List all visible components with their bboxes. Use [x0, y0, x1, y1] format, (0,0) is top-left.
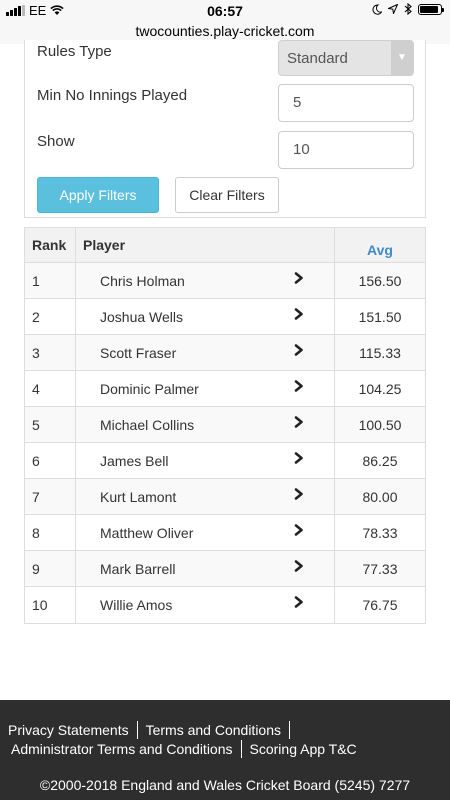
chevron-right-icon[interactable] — [294, 488, 304, 500]
scoring-app-terms-link[interactable]: Scoring App T&C — [250, 741, 357, 757]
averages-table: Rank Player Avg 1 Chris Holman 156.50 2 Josh… — [24, 227, 426, 624]
chevron-right-icon[interactable] — [294, 272, 304, 284]
avg-cell: 80.00 — [362, 488, 398, 505]
table-row[interactable]: 5 Michael Collins 100.50 — [25, 407, 425, 443]
table-row[interactable]: 10 Willie Amos 76.75 — [25, 587, 425, 623]
player-cell[interactable]: Willie Amos — [76, 587, 335, 623]
player-cell[interactable]: Michael Collins — [76, 407, 335, 442]
chevron-right-icon[interactable] — [294, 524, 304, 536]
table-row[interactable]: 6 James Bell 86.25 — [25, 443, 425, 479]
rules-type-label: Rules Type — [37, 43, 112, 60]
player-cell[interactable]: Mark Barrell — [76, 551, 335, 586]
avg-cell: 151.50 — [358, 308, 402, 325]
player-name[interactable]: Scott Fraser — [76, 345, 176, 361]
min-innings-input[interactable]: 5 — [278, 84, 414, 122]
player-name[interactable]: Matthew Oliver — [76, 525, 193, 541]
avg-cell: 104.25 — [358, 380, 402, 397]
chevron-right-icon[interactable] — [294, 596, 304, 608]
footer-links-row-2: Administrator Terms and Conditions Scori… — [11, 740, 357, 758]
table-row[interactable]: 1 Chris Holman 156.50 — [25, 263, 425, 299]
table-body: 1 Chris Holman 156.50 2 Joshua Wells 151.50 3 S… — [25, 263, 425, 623]
avg-cell: 78.33 — [362, 524, 398, 541]
chevron-right-icon[interactable] — [294, 308, 304, 320]
player-name[interactable]: Chris Holman — [76, 273, 185, 289]
player-name[interactable]: Dominic Palmer — [76, 381, 199, 397]
rank-cell: 4 — [25, 371, 76, 406]
avg-cell: 86.25 — [362, 452, 398, 469]
status-right — [372, 3, 444, 15]
avg-header[interactable]: Avg — [335, 228, 425, 262]
terms-link[interactable]: Terms and Conditions — [146, 722, 281, 738]
chevron-right-icon[interactable] — [294, 416, 304, 428]
moon-icon — [372, 4, 382, 15]
rules-type-select[interactable]: Standard ▼ — [278, 40, 414, 76]
footer-divider — [289, 721, 291, 739]
table-row[interactable]: 9 Mark Barrell 77.33 — [25, 551, 425, 587]
url-text: twocounties.play-cricket.com — [135, 23, 315, 39]
rank-cell: 9 — [25, 551, 76, 586]
avg-cell: 156.50 — [358, 272, 402, 289]
footer-divider — [136, 721, 138, 739]
player-cell[interactable]: Scott Fraser — [76, 335, 335, 370]
chevron-down-icon: ▼ — [391, 41, 413, 75]
rank-cell: 6 — [25, 443, 76, 478]
filter-panel: Rules Type Standard ▼ Min No Innings Pla… — [24, 40, 426, 218]
privacy-link[interactable]: Privacy Statements — [8, 722, 129, 738]
avg-cell: 76.75 — [362, 597, 398, 613]
location-icon — [388, 4, 398, 14]
copyright-text: ©2000-2018 England and Wales Cricket Boa… — [39, 777, 411, 793]
player-cell[interactable]: James Bell — [76, 443, 335, 478]
min-innings-value: 5 — [293, 94, 302, 111]
chevron-right-icon[interactable] — [294, 560, 304, 572]
table-row[interactable]: 2 Joshua Wells 151.50 — [25, 299, 425, 335]
player-cell[interactable]: Kurt Lamont — [76, 479, 335, 514]
avg-cell: 115.33 — [359, 344, 401, 361]
rank-header: Rank — [25, 228, 76, 262]
player-name[interactable]: Mark Barrell — [76, 561, 175, 577]
chevron-right-icon[interactable] — [294, 344, 304, 356]
min-innings-label: Min No Innings Played — [37, 87, 188, 104]
footer-links-row-1: Privacy Statements Terms and Conditions — [8, 721, 298, 739]
player-cell[interactable]: Chris Holman — [76, 263, 335, 298]
bluetooth-icon — [404, 3, 412, 15]
show-input[interactable]: 10 — [278, 131, 414, 169]
apply-filters-button[interactable]: Apply Filters — [37, 177, 159, 213]
player-name[interactable]: Willie Amos — [76, 597, 172, 613]
clear-filters-button[interactable]: Clear Filters — [175, 177, 279, 213]
player-cell[interactable]: Dominic Palmer — [76, 371, 335, 406]
status-bar: EE 06:57 — [0, 0, 450, 20]
player-name[interactable]: Joshua Wells — [76, 309, 183, 325]
show-label: Show — [37, 133, 75, 150]
rank-cell: 2 — [25, 299, 76, 334]
rules-type-value: Standard — [287, 50, 348, 67]
rank-cell: 5 — [25, 407, 76, 442]
table-row[interactable]: 3 Scott Fraser 115.33 — [25, 335, 425, 371]
rank-cell: 8 — [25, 515, 76, 550]
show-value: 10 — [293, 141, 310, 158]
avg-cell: 77.33 — [362, 560, 398, 577]
table-row[interactable]: 7 Kurt Lamont 80.00 — [25, 479, 425, 515]
rank-cell: 10 — [25, 587, 76, 623]
table-header: Rank Player Avg — [25, 228, 425, 263]
table-row[interactable]: 8 Matthew Oliver 78.33 — [25, 515, 425, 551]
chevron-right-icon[interactable] — [294, 452, 304, 464]
rank-cell: 1 — [25, 263, 76, 298]
rank-cell: 3 — [25, 335, 76, 370]
player-cell[interactable]: Joshua Wells — [76, 299, 335, 334]
admin-terms-link[interactable]: Administrator Terms and Conditions — [11, 741, 233, 757]
table-row[interactable]: 4 Dominic Palmer 104.25 — [25, 371, 425, 407]
chevron-right-icon[interactable] — [294, 380, 304, 392]
player-name[interactable]: James Bell — [76, 453, 168, 469]
footer-divider — [240, 740, 242, 758]
player-name[interactable]: Michael Collins — [76, 417, 194, 433]
battery-icon — [418, 3, 444, 15]
footer: Privacy Statements Terms and Conditions … — [0, 700, 450, 800]
rank-cell: 7 — [25, 479, 76, 514]
avg-cell: 100.50 — [358, 416, 402, 433]
player-name[interactable]: Kurt Lamont — [76, 489, 176, 505]
player-cell[interactable]: Matthew Oliver — [76, 515, 335, 550]
player-header: Player — [76, 228, 335, 262]
